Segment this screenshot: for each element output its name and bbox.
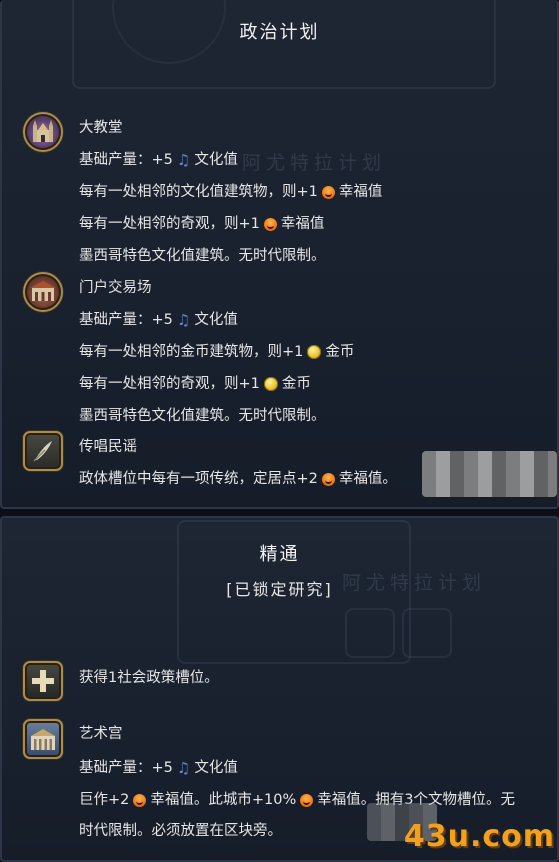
background-quill-slot	[402, 608, 452, 658]
palace-of-arts-icon[interactable]	[23, 719, 63, 759]
base-yield-unit: 文化值	[194, 312, 238, 328]
palace-of-arts-name: 艺术宫	[79, 726, 123, 742]
portal-market-note: 墨西哥特色文化值建筑。无时代限制。	[79, 408, 326, 424]
mastery-panel: 阿尤特拉计划 精通 [已锁定研究] 获得1社会政策槽位。 艺术宫 基础产量：+5…	[0, 516, 559, 862]
portal-market-icon[interactable]	[23, 272, 63, 312]
gold-coin-icon	[263, 377, 278, 391]
adjacency-text: 每有一处相邻的奇观，则+1	[79, 376, 260, 392]
happiness-icon	[300, 793, 314, 807]
panel-title: 精通	[259, 544, 300, 565]
adjacency-text: 每有一处相邻的文化值建筑物，则+1	[79, 184, 318, 200]
cathedral-icon-graphic	[33, 120, 53, 142]
locked-research-label: [已锁定研究]	[226, 580, 333, 599]
effect-text-b: 幸福值。此城市+10%	[150, 792, 297, 808]
policy-slot-effect: 获得1社会政策槽位。	[79, 670, 219, 686]
adjacency-text: 每有一处相邻的金币建筑物，则+1	[79, 344, 304, 360]
adjacency-text: 每有一处相邻的奇观，则+1	[79, 216, 260, 232]
happiness-icon	[321, 185, 335, 199]
quill-icon-graphic	[33, 441, 52, 462]
effect-text: 政体槽位中每有一项传统，定居点+2	[79, 471, 318, 487]
base-yield-value: +5	[151, 312, 173, 328]
folk-song-effect: 政体槽位中每有一项传统，定居点+2 幸福值。	[79, 469, 397, 489]
portal-market-icon-graphic	[30, 281, 56, 301]
quill-icon[interactable]	[23, 431, 63, 471]
plus-icon-graphic	[32, 670, 54, 692]
happiness-icon	[321, 472, 335, 486]
cathedral-icon[interactable]	[23, 112, 63, 152]
adjacency-unit: 幸福值	[280, 216, 325, 232]
blurred-overlay	[422, 451, 557, 497]
site-watermark: 43u.com	[403, 819, 555, 854]
palace-of-arts-restriction: 时代限制。必须放置在区块旁。	[79, 823, 282, 839]
adjacency-unit: 幸福值	[338, 184, 383, 200]
base-yield-label: 基础产量：	[79, 152, 152, 168]
base-yield-unit: 文化值	[194, 152, 238, 168]
culture-icon: ♫	[176, 759, 191, 777]
happiness-icon	[133, 793, 147, 807]
palace-icon-graphic	[31, 729, 55, 750]
political-plan-panel: 阿尤特拉计划 政治计划 大教堂 基础产量：+5 ♫ 文化值 每有一处相邻的文化值建筑…	[0, 0, 559, 509]
portal-market-adjacency-gold: 每有一处相邻的金币建筑物，则+1 金币	[79, 342, 354, 362]
effect-unit: 幸福值。	[338, 471, 397, 487]
panel-title: 政治计划	[239, 22, 320, 43]
palace-of-arts-base-yield: 基础产量：+5 ♫ 文化值	[79, 758, 238, 778]
base-yield-value: +5	[151, 760, 173, 776]
portal-market-name: 门户交易场	[79, 280, 152, 296]
gold-coin-icon	[307, 345, 322, 359]
base-yield-unit: 文化值	[194, 760, 238, 776]
plus-slot-icon[interactable]	[23, 661, 63, 701]
cathedral-note: 墨西哥特色文化值建筑。无时代限制。	[79, 248, 326, 264]
base-yield-label: 基础产量：	[79, 760, 152, 776]
effect-text-a: 巨作+2	[79, 792, 130, 808]
base-yield-value: +5	[151, 152, 173, 168]
culture-icon: ♫	[176, 311, 191, 329]
adjacency-unit: 金币	[325, 344, 355, 360]
adjacency-unit: 金币	[281, 376, 311, 392]
background-ghost-title: 阿尤特拉计划	[242, 152, 387, 174]
base-yield-label: 基础产量：	[79, 312, 152, 328]
cathedral-base-yield: 基础产量：+5 ♫ 文化值	[79, 150, 238, 170]
cathedral-name: 大教堂	[79, 120, 123, 136]
cathedral-adjacency-culture: 每有一处相邻的文化值建筑物，则+1 幸福值	[79, 182, 382, 202]
palace-of-arts-effect: 巨作+2 幸福值。此城市+10% 幸福值。拥有3个文物槽位。无	[79, 790, 515, 810]
background-plus-slot	[345, 608, 395, 658]
culture-icon: ♫	[176, 151, 191, 169]
portal-market-base-yield: 基础产量：+5 ♫ 文化值	[79, 310, 238, 330]
portal-market-adjacency-wonder: 每有一处相邻的奇观，则+1 金币	[79, 374, 311, 394]
cathedral-adjacency-wonder: 每有一处相邻的奇观，则+1 幸福值	[79, 214, 324, 234]
background-frame	[72, 0, 496, 89]
folk-song-name: 传唱民谣	[79, 439, 137, 455]
happiness-icon	[263, 217, 277, 231]
